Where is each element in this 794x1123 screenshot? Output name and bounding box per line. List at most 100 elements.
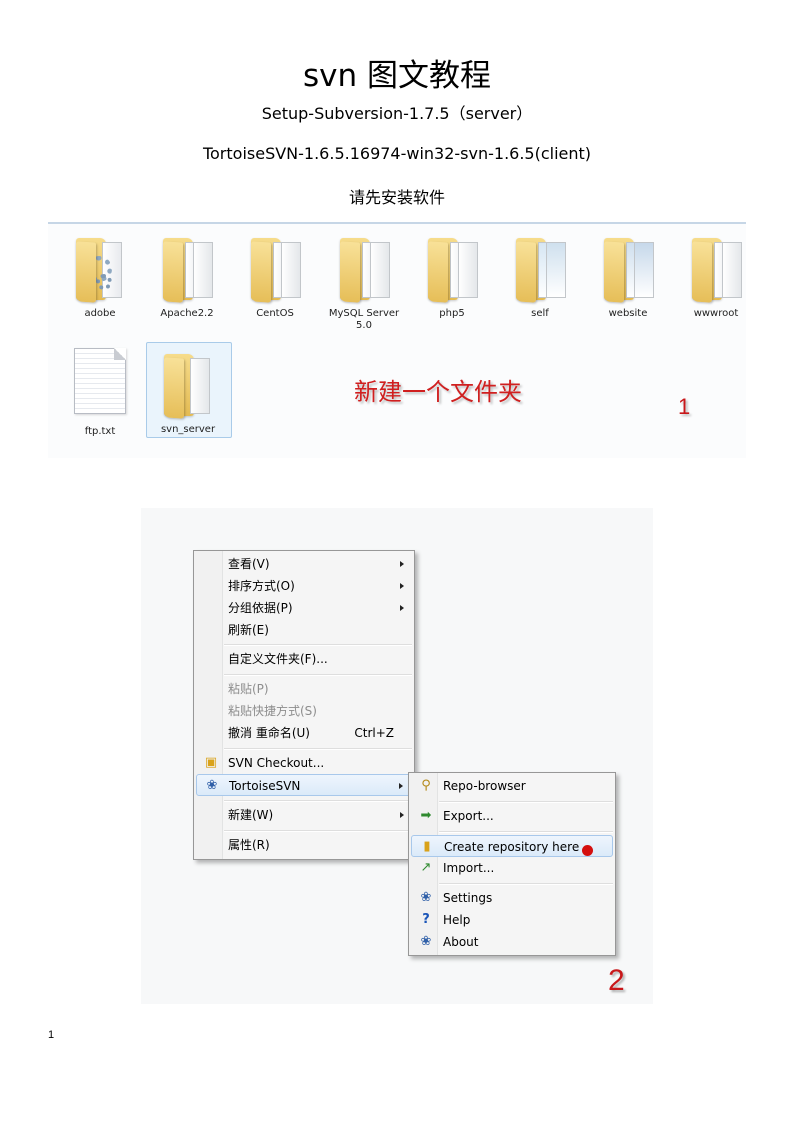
folder-gear-icon [72,232,128,303]
client-version-line: TortoiseSVN-1.6.5.16974-win32-svn-1.6.5(… [202,144,592,163]
menu-item-label: About [443,935,479,949]
submenu-arrow-icon [400,605,404,611]
server-version-line: Setup-Subversion-1.7.5（server） [261,104,533,123]
folder-website[interactable]: website [586,232,670,320]
export-icon: ➡ [420,808,432,823]
text-file-icon [74,348,126,414]
menu-separator [224,674,412,676]
menu-item-label: Export... [443,809,494,823]
context-menu: 查看(V) 排序方式(O) 分组依据(P) 刷新(E) 自定义文件夹(F)...… [193,550,415,860]
menu-item-label: 新建(W) [228,808,274,822]
menu-separator [439,831,613,833]
menu-item-group[interactable]: 分组依据(P) [196,597,412,619]
folder-php5[interactable]: php5 [410,232,494,320]
menu-item-label: 分组依据(P) [228,601,293,615]
menu-item-sort[interactable]: 排序方式(O) [196,575,412,597]
menu-item-label: Repo-browser [443,779,526,793]
menu-item-label: Help [443,913,471,927]
shortcut-label: Ctrl+Z [354,726,394,740]
submenu-item-export[interactable]: ➡ Export... [411,805,613,827]
annotation-red-dot [582,845,593,856]
folder-self[interactable]: self [498,232,582,320]
submenu-item-import[interactable]: ↗ Import... [411,857,613,879]
menu-item-label: 排序方式(O) [228,579,295,593]
menu-separator [439,801,613,803]
menu-item-label: 粘贴快捷方式(S) [228,704,317,718]
help-icon: ? [422,912,430,927]
menu-item-new[interactable]: 新建(W) [196,804,412,826]
menu-separator [224,830,412,832]
document-title: svn 图文教程 [303,58,491,94]
folder-label: self [531,308,549,319]
step-number-1: 1 [678,394,691,419]
create-repository-icon: ▮ [423,839,431,854]
folder-adobe[interactable]: adobe [58,232,142,320]
submenu-arrow-icon [399,783,403,789]
menu-item-properties[interactable]: 属性(R) [196,834,412,856]
menu-item-view[interactable]: 查看(V) [196,553,412,575]
step-number-2: 2 [608,964,625,997]
folder-icon [247,232,303,303]
menu-item-label: 撤消 重命名(U) [228,726,310,740]
menu-item-label: 粘贴(P) [228,682,269,696]
context-menu-screenshot: 查看(V) 排序方式(O) 分组依据(P) 刷新(E) 自定义文件夹(F)...… [141,508,653,1004]
menu-separator [224,748,412,750]
explorer-screenshot: adobe Apache2.2 CentOS MySQL Server 5.0 [48,222,746,458]
menu-item-paste-shortcut[interactable]: 粘贴快捷方式(S) [196,700,412,722]
folder-label: svn_server [160,424,216,435]
folder-mysql[interactable]: MySQL Server 5.0 [322,232,406,332]
folder-label: CentOS [256,308,294,319]
menu-item-svn-checkout[interactable]: ▣ SVN Checkout... [196,752,412,774]
menu-item-label: Create repository here [444,840,580,854]
menu-item-label: Settings [443,891,493,905]
menu-item-label: TortoiseSVN [229,779,301,793]
settings-icon: ❀ [420,890,432,905]
submenu-arrow-icon [400,561,404,567]
menu-item-label: Import... [443,861,495,875]
tortoisesvn-icon: ❀ [206,778,218,793]
menu-separator [224,644,412,646]
submenu-item-repo-browser[interactable]: ⚲ Repo-browser [411,775,613,797]
folder-icon [512,232,568,303]
folder-icon [424,232,480,303]
submenu-arrow-icon [400,583,404,589]
folder-label: php5 [439,308,465,319]
tortoisesvn-submenu: ⚲ Repo-browser ➡ Export... ▮ Create repo… [408,772,616,956]
svn-checkout-icon: ▣ [204,755,218,770]
menu-item-paste[interactable]: 粘贴(P) [196,678,412,700]
submenu-item-about[interactable]: ❀ About [411,931,613,953]
submenu-item-help[interactable]: ? Help [411,909,613,931]
file-ftp-txt[interactable]: ftp.txt [58,348,142,438]
folder-label: Apache2.2 [160,308,214,319]
menu-item-refresh[interactable]: 刷新(E) [196,619,412,641]
folder-icon [336,232,392,303]
import-icon: ↗ [420,860,432,875]
folder-svn-server[interactable]: svn_server [146,348,230,436]
menu-item-label: 自定义文件夹(F)... [228,652,328,666]
menu-separator [224,800,412,802]
folder-apache[interactable]: Apache2.2 [145,232,229,320]
page-number: 1 [48,1029,55,1041]
install-instruction: 请先安装软件 [348,188,445,207]
menu-item-tortoisesvn[interactable]: ❀ TortoiseSVN [196,774,412,796]
menu-item-label: 刷新(E) [228,623,269,637]
folder-icon [160,348,216,419]
folder-icon [600,232,656,303]
folder-wwwroot[interactable]: wwwroot [674,232,746,320]
folder-icon [159,232,215,303]
annotation-new-folder: 新建一个文件夹 [354,378,522,406]
menu-item-label: 查看(V) [228,557,270,571]
folder-centos[interactable]: CentOS [233,232,317,320]
about-icon: ❀ [420,934,432,949]
menu-separator [439,883,613,885]
repo-browser-icon: ⚲ [421,778,431,793]
menu-item-label: 属性(R) [228,838,270,852]
file-label: ftp.txt [84,426,116,437]
menu-item-label: SVN Checkout... [228,756,325,770]
submenu-arrow-icon [400,812,404,818]
folder-label: adobe [84,308,116,319]
folder-icon [688,232,744,303]
submenu-item-settings[interactable]: ❀ Settings [411,887,613,909]
menu-item-undo-rename[interactable]: 撤消 重命名(U) Ctrl+Z [196,722,412,744]
menu-item-customize-folder[interactable]: 自定义文件夹(F)... [196,648,412,670]
